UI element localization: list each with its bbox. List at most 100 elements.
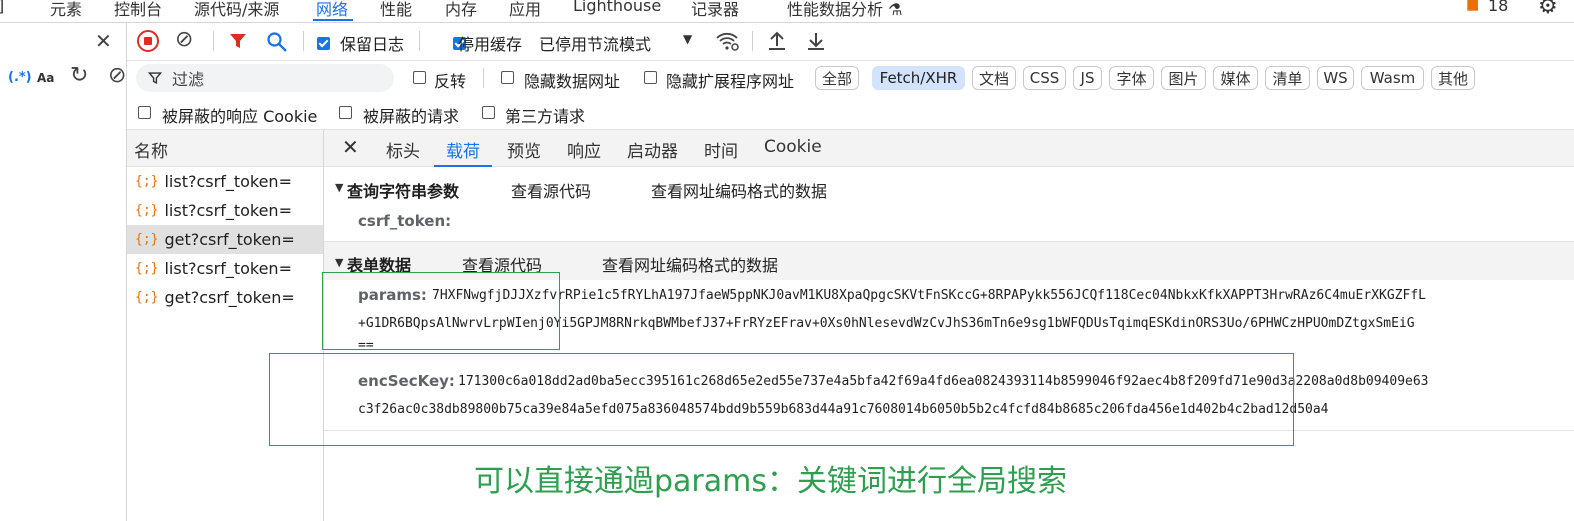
tab-performance-insights[interactable]: 性能数据分析 ⚗ — [787, 0, 902, 20]
disable-cache-label: 停用缓存 — [458, 35, 523, 54]
request-list-header: 名称 — [127, 130, 324, 167]
request-name: list?csrf_token= — [164, 201, 292, 220]
tab-preview[interactable]: 预览 — [507, 137, 541, 162]
search-drawer: ✕ i (.*) Aa ↻ ⊘ — [0, 23, 127, 521]
issues-icon[interactable]: ■ — [1466, 0, 1479, 13]
blocked-requests-label: 被屏蔽的请求 — [363, 107, 460, 126]
form-view-url-encoded-link[interactable]: 查看网址编码格式的数据 — [602, 252, 778, 276]
chip-wasm[interactable]: Wasm — [1361, 66, 1424, 90]
name-column-header[interactable]: 名称 — [134, 137, 168, 162]
request-row[interactable]: {;} list?csrf_token= — [127, 167, 323, 196]
chip-ws[interactable]: WS — [1317, 66, 1354, 90]
request-name: get?csrf_token= — [164, 288, 295, 307]
request-row-selected[interactable]: {;} get?csrf_token= — [127, 225, 323, 254]
request-row[interactable]: {;} get?csrf_token= — [127, 283, 323, 312]
upload-icon[interactable] — [767, 30, 787, 52]
expand-triangle-icon[interactable]: ▼ — [335, 181, 343, 194]
csrf-token-key: csrf_token: — [358, 212, 452, 230]
tab-performance-insights-label: 性能数据分析 — [787, 0, 884, 19]
chip-css[interactable]: CSS — [1023, 66, 1066, 90]
gear-icon[interactable]: ⚙ — [1538, 0, 1558, 19]
xhr-icon: {;} — [135, 261, 159, 276]
close-detail-icon[interactable]: ✕ — [342, 135, 359, 159]
chip-doc[interactable]: 文档 — [972, 66, 1016, 90]
filter-input[interactable]: 过滤 — [136, 64, 394, 92]
clear-log-icon[interactable]: ⊘ — [175, 27, 193, 52]
invert-checkbox[interactable] — [413, 71, 426, 84]
tab-initiator[interactable]: 启动器 — [627, 137, 678, 162]
query-view-source-link[interactable]: 查看源代码 — [511, 178, 591, 202]
xhr-icon: {;} — [135, 290, 159, 305]
refresh-icon[interactable]: ↻ — [70, 63, 88, 88]
xhr-icon: {;} — [135, 203, 159, 218]
tab-cookies[interactable]: Cookie — [764, 137, 822, 157]
devtools-tab-bar: ] 元素 控制台 源代码/来源 网络 性能 内存 应用 Lighthouse 记… — [0, 0, 1574, 23]
annotation-box-params — [322, 272, 560, 350]
toolbar-divider — [752, 31, 753, 51]
expand-triangle-icon[interactable]: ▼ — [335, 256, 343, 269]
query-params-title[interactable]: 查询字符串参数 — [347, 178, 459, 202]
chip-js[interactable]: JS — [1073, 66, 1102, 90]
drawer-toggle-fragment[interactable]: ] — [0, 0, 4, 15]
request-name: list?csrf_token= — [164, 259, 292, 278]
request-row[interactable]: {;} list?csrf_token= — [127, 254, 323, 283]
hide-data-urls-checkbox[interactable] — [501, 71, 514, 84]
download-icon[interactable] — [806, 30, 826, 52]
tab-application[interactable]: 应用 — [509, 0, 541, 20]
chip-fetch-xhr[interactable]: Fetch/XHR — [872, 66, 965, 90]
tab-recorder[interactable]: 记录器 — [691, 0, 739, 20]
annotation-text: 可以直接通過params：关键词进行全局搜索 — [474, 464, 1067, 499]
xhr-icon: {;} — [135, 232, 159, 247]
request-list: {;} list?csrf_token= {;} list?csrf_token= … — [127, 167, 324, 521]
active-tab-indicator — [313, 19, 353, 21]
params-value-line1: 7HXFNwgfjDJJXzfvrRPie1c5fRYLhA197JfaeW5p… — [432, 288, 1426, 303]
chevron-down-icon[interactable]: ▼ — [683, 32, 692, 46]
tab-timing[interactable]: 时间 — [704, 137, 738, 162]
chip-manifest[interactable]: 清单 — [1265, 66, 1310, 90]
close-icon[interactable]: ✕ — [95, 29, 112, 53]
tab-response[interactable]: 响应 — [567, 137, 601, 162]
chip-font[interactable]: 字体 — [1109, 66, 1154, 90]
issues-count[interactable]: 18 — [1488, 0, 1508, 15]
tab-payload[interactable]: 载荷 — [446, 137, 480, 162]
filter-bar-secondary: 被屏蔽的响应 Cookie 被屏蔽的请求 第三方请求 — [127, 96, 1574, 130]
hide-ext-urls-checkbox[interactable] — [644, 71, 657, 84]
query-view-url-encoded-link[interactable]: 查看网址编码格式的数据 — [651, 178, 827, 202]
tab-headers[interactable]: 标头 — [386, 137, 420, 162]
toolbar-divider — [303, 31, 304, 51]
filter-icon[interactable] — [228, 31, 248, 51]
tab-sources[interactable]: 源代码/来源 — [194, 0, 279, 20]
tab-lighthouse[interactable]: Lighthouse — [573, 0, 661, 15]
request-row[interactable]: {;} list?csrf_token= — [127, 196, 323, 225]
chip-img[interactable]: 图片 — [1161, 66, 1206, 90]
preserve-log-checkbox[interactable] — [317, 37, 330, 50]
clear-icon[interactable]: ⊘ — [108, 63, 126, 88]
filter-funnel-icon — [148, 72, 162, 85]
toolbar-divider — [213, 31, 214, 51]
tab-elements[interactable]: 元素 — [50, 0, 82, 20]
regex-toggle[interactable]: (.*) — [8, 70, 32, 85]
search-icon[interactable] — [266, 31, 288, 53]
request-detail-tabs: ✕ 标头 载荷 预览 响应 启动器 时间 Cookie — [324, 130, 1574, 167]
chip-other[interactable]: 其他 — [1431, 66, 1475, 90]
third-party-label: 第三方请求 — [505, 107, 586, 126]
blocked-requests-checkbox[interactable] — [339, 106, 352, 119]
invert-label: 反转 — [434, 72, 467, 91]
chip-all[interactable]: 全部 — [815, 66, 859, 90]
third-party-checkbox[interactable] — [482, 106, 495, 119]
chip-media[interactable]: 媒体 — [1213, 66, 1258, 90]
filter-placeholder: 过滤 — [172, 70, 205, 89]
preserve-log-label: 保留日志 — [340, 35, 405, 54]
match-case-toggle[interactable]: Aa — [37, 71, 54, 85]
tab-network[interactable]: 网络 — [316, 0, 348, 20]
throttle-select[interactable]: 已停用节流模式 — [539, 31, 651, 55]
tab-performance[interactable]: 性能 — [380, 0, 412, 20]
annotation-box-encseckey — [269, 353, 1294, 446]
blocked-cookies-checkbox[interactable] — [138, 106, 151, 119]
network-conditions-icon[interactable] — [715, 30, 739, 52]
record-stop-icon[interactable] — [137, 30, 159, 52]
filter-divider — [483, 68, 484, 88]
tab-console[interactable]: 控制台 — [114, 0, 162, 20]
tab-memory[interactable]: 内存 — [445, 0, 477, 20]
network-toolbar: ⊘ 保留日志 停用缓存 已停用节流模式 ▼ — [127, 23, 1574, 61]
